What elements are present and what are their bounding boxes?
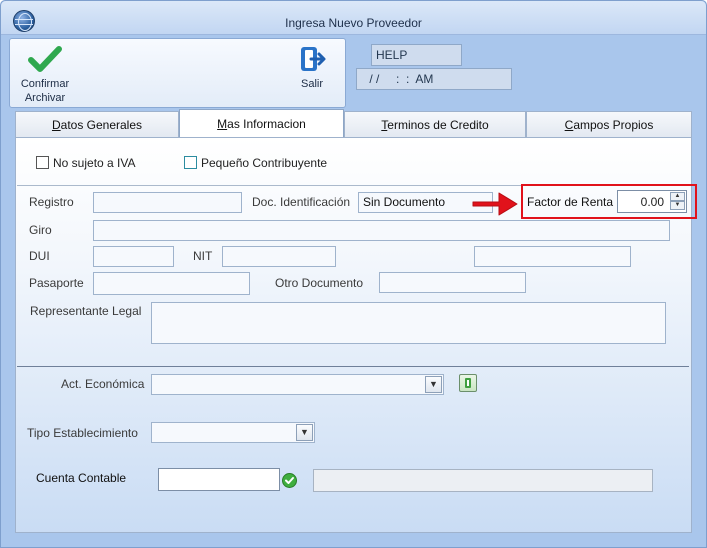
tab-label-rest: as Informacion [227, 117, 306, 131]
cuenta-contable-label: Cuenta Contable [36, 471, 127, 485]
green-check-circle-icon[interactable] [282, 473, 297, 488]
checkbox-box[interactable] [184, 156, 197, 169]
spin-down-icon[interactable]: ▼ [670, 201, 685, 210]
factor-renta-label: Factor de Renta [527, 195, 614, 209]
toolbar: Confirmar Archivar Salir [9, 38, 346, 108]
help-box[interactable]: HELP [371, 44, 462, 66]
representante-legal-field[interactable] [151, 302, 666, 344]
chevron-down-icon[interactable]: ▼ [296, 424, 313, 441]
nit-field[interactable] [222, 246, 336, 267]
factor-renta-value: 0.00 [640, 195, 664, 209]
tab-strip: Datos Generales Mas Informacion Terminos… [15, 109, 692, 138]
title-bar: Ingresa Nuevo Proveedor [1, 1, 706, 35]
window-title: Ingresa Nuevo Proveedor [285, 16, 422, 30]
no-sujeto-iva-label: No sujeto a IVA [53, 156, 136, 170]
pasaporte-label: Pasaporte [29, 276, 84, 290]
red-arrow-icon [472, 192, 518, 216]
act-economica-label: Act. Económica [61, 377, 145, 391]
confirm-label-line1: Confirmar [20, 78, 70, 90]
giro-field[interactable] [93, 220, 670, 241]
checkmark-icon [28, 46, 62, 72]
pequeno-contribuyente-checkbox[interactable]: Pequeño Contribuyente [184, 156, 327, 170]
tab-datos-generales[interactable]: Datos Generales [15, 111, 179, 138]
otro-documento-label: Otro Documento [275, 276, 364, 290]
pasaporte-field[interactable] [93, 272, 250, 295]
tab-label-underlined: M [217, 117, 228, 131]
tab-label-rest: atos Generales [60, 118, 143, 132]
exit-button[interactable]: Salir [286, 45, 338, 91]
giro-label: Giro [29, 223, 52, 237]
dui-label: DUI [29, 249, 50, 263]
tab-label-underlined: C [564, 118, 574, 132]
datetime-display: / / : : AM [356, 68, 512, 90]
spin-up-icon[interactable]: ▲ [670, 192, 685, 201]
checkbox-box[interactable] [36, 156, 49, 169]
otro-documento-field[interactable] [379, 272, 526, 293]
spinner-buttons: ▲ ▼ [670, 192, 685, 211]
doc-identificacion-label: Doc. Identificación [252, 195, 351, 209]
exit-door-icon [301, 47, 326, 71]
exit-label: Salir [300, 78, 323, 90]
tab-terminos-de-credito[interactable]: Terminos de Credito [344, 111, 526, 138]
refresh-button[interactable] [459, 374, 477, 392]
factor-renta-spinner[interactable]: 0.00 ▲ ▼ [617, 190, 687, 213]
cuenta-contable-description [313, 469, 653, 492]
tab-label-underlined: D [51, 118, 61, 132]
refresh-icon [465, 378, 471, 388]
tab-label-rest: ampos Propios [573, 118, 654, 132]
tipo-establecimiento-label: Tipo Establecimiento [27, 426, 138, 440]
confirm-label-line2: Archivar [24, 92, 66, 104]
act-economica-select[interactable]: ▼ [151, 374, 444, 395]
main-window: Ingresa Nuevo Proveedor Confirmar Archiv… [0, 0, 707, 548]
cuenta-contable-field[interactable] [158, 468, 280, 491]
chevron-down-icon[interactable]: ▼ [425, 376, 442, 393]
nit-label: NIT [193, 249, 213, 263]
registro-label: Registro [29, 195, 74, 209]
representante-legal-label: Representante Legal [30, 304, 142, 318]
tab-campos-propios[interactable]: Campos Propios [526, 111, 692, 138]
dui-field[interactable] [93, 246, 174, 267]
section-divider [17, 366, 689, 367]
no-sujeto-iva-checkbox[interactable]: No sujeto a IVA [36, 156, 136, 170]
doc-identificacion-value: Sin Documento [363, 195, 446, 209]
tab-mas-informacion[interactable]: Mas Informacion [179, 109, 344, 138]
pequeno-contribuyente-label: Pequeño Contribuyente [201, 156, 328, 170]
tipo-establecimiento-select[interactable]: ▼ [151, 422, 315, 443]
extra-field[interactable] [474, 246, 631, 267]
tab-label-rest: erminos de Credito [387, 118, 489, 132]
confirm-save-button[interactable]: Confirmar Archivar [14, 45, 76, 105]
registro-field[interactable] [93, 192, 242, 213]
